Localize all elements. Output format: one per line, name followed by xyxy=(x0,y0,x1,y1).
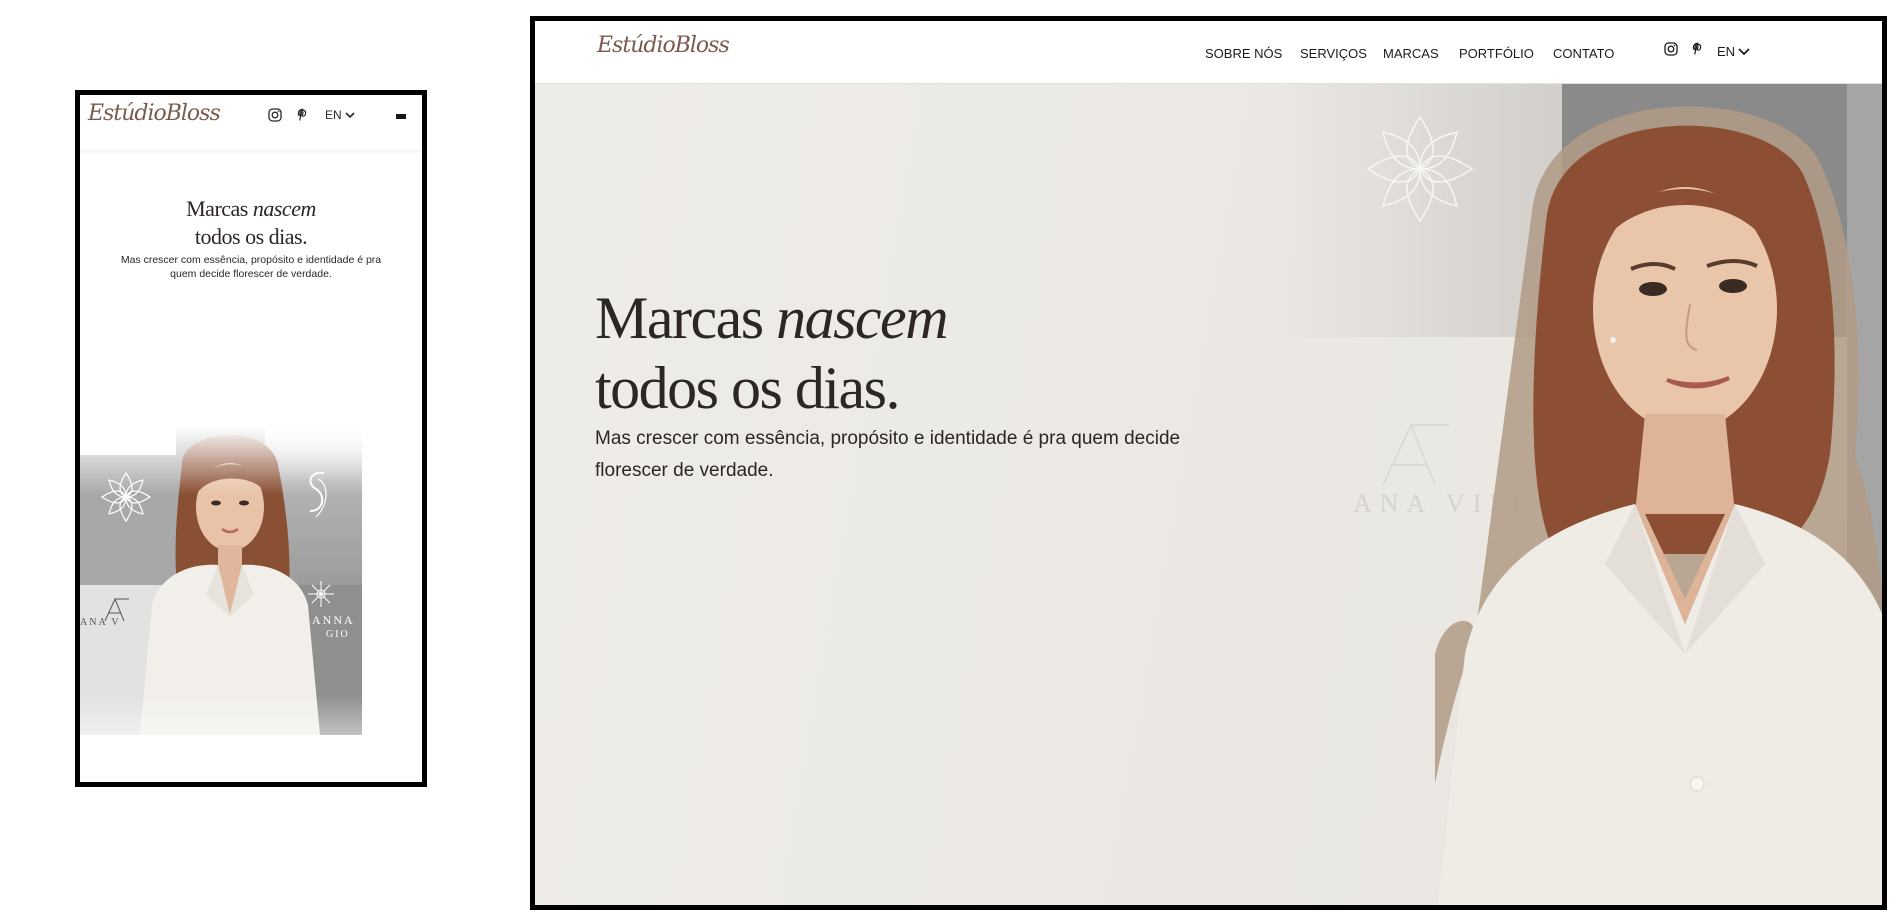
pinterest-icon[interactable] xyxy=(295,107,311,123)
mobile-preview-frame: EstúdioBloss EN Marcas nascem todos os d… xyxy=(75,90,427,787)
language-selector[interactable]: EN xyxy=(325,108,356,122)
instagram-icon[interactable] xyxy=(1663,41,1679,57)
nav-item-services[interactable]: SERVIÇOS xyxy=(1300,46,1367,61)
chevron-down-icon xyxy=(345,112,355,119)
collage-brand-left: ANA V xyxy=(80,617,121,628)
nav-item-about[interactable]: SOBRE NÓS xyxy=(1205,46,1282,61)
hero-title-line2: todos os dias. xyxy=(194,224,308,249)
hero-title-italic: nascem xyxy=(776,285,948,351)
language-code: EN xyxy=(1717,44,1736,59)
site-logo[interactable]: EstúdioBloss xyxy=(597,33,730,58)
woman-portrait xyxy=(1435,106,1882,905)
site-logo[interactable]: EstúdioBloss xyxy=(88,101,221,126)
hero-title-plain: Marcas xyxy=(595,285,764,351)
hamburger-menu-icon[interactable] xyxy=(396,114,406,119)
hero-title: Marcas nascem todos os dias. xyxy=(80,195,422,251)
nav-item-contact[interactable]: CONTATO xyxy=(1553,46,1614,61)
hero-subtitle: Mas crescer com essência, propósito e id… xyxy=(120,254,382,280)
hero-title-italic: nascem xyxy=(252,196,316,221)
nav-item-portfolio[interactable]: PORTFÓLIO xyxy=(1459,46,1534,61)
collage-fade xyxy=(80,425,422,495)
mobile-header: EstúdioBloss EN xyxy=(80,95,422,150)
hero-title-plain: Marcas xyxy=(186,196,248,221)
hero-subtitle: Mas crescer com essência, propósito e id… xyxy=(595,428,1181,481)
pinterest-icon[interactable] xyxy=(1690,41,1706,57)
hero-title-line2: todos os dias. xyxy=(595,355,901,421)
nav-item-brands[interactable]: MARCAS xyxy=(1383,46,1439,61)
desktop-preview-frame: EstúdioBloss SOBRE NÓS SERVIÇOS MARCAS P… xyxy=(530,16,1887,910)
language-selector[interactable]: EN xyxy=(1717,44,1751,59)
chevron-down-icon xyxy=(1738,47,1750,55)
desktop-header: EstúdioBloss SOBRE NÓS SERVIÇOS MARCAS P… xyxy=(535,21,1882,84)
hero-collage: ANA V ANNA GIO xyxy=(80,425,422,782)
collage-fade xyxy=(80,695,422,782)
hero-title: Marcas nascem todos os dias. xyxy=(595,283,949,423)
language-code: EN xyxy=(325,108,342,122)
instagram-icon[interactable] xyxy=(267,107,283,123)
hero-collage: ANA VIEI xyxy=(1275,84,1882,905)
